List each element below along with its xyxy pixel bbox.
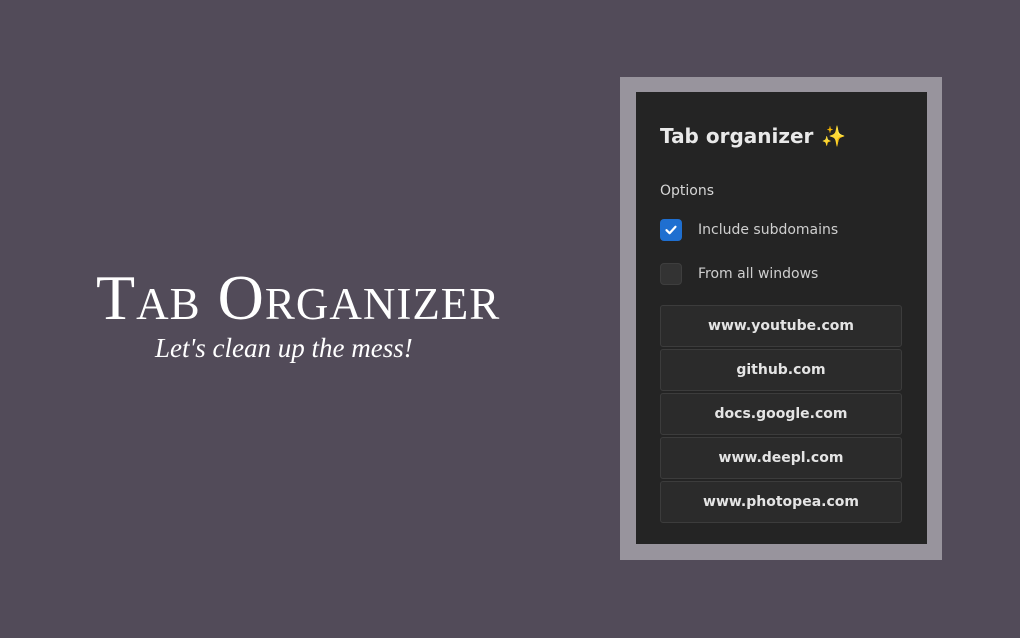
- domain-button-deepl[interactable]: www.deepl.com: [660, 437, 902, 479]
- from-all-windows-checkbox[interactable]: [660, 263, 682, 285]
- options-heading: Options: [660, 183, 715, 199]
- include-subdomains-checkbox[interactable]: [660, 219, 682, 241]
- from-all-windows-label: From all windows: [698, 266, 819, 282]
- from-all-windows-option[interactable]: From all windows: [660, 261, 818, 287]
- include-subdomains-label: Include subdomains: [698, 222, 839, 238]
- domain-button-photopea[interactable]: www.photopea.com: [660, 481, 902, 523]
- popup-frame: Tab organizer ✨ Options Include subdomain…: [620, 77, 942, 560]
- domain-list: www.youtube.com github.com docs.google.c…: [660, 305, 902, 525]
- popup-title: Tab organizer ✨: [660, 122, 846, 150]
- domain-button-google-docs[interactable]: docs.google.com: [660, 393, 902, 435]
- domain-button-youtube[interactable]: www.youtube.com: [660, 305, 902, 347]
- popup-title-text: Tab organizer: [660, 124, 814, 148]
- extension-popup: Tab organizer ✨ Options Include subdomain…: [636, 92, 927, 544]
- hero-title: Tab Organizer: [96, 262, 501, 333]
- domain-button-github[interactable]: github.com: [660, 349, 902, 391]
- sparkles-icon: ✨: [821, 124, 847, 148]
- checkmark-icon: [665, 225, 677, 235]
- include-subdomains-option[interactable]: Include subdomains: [660, 217, 838, 243]
- hero-subtitle: Let's clean up the mess!: [155, 333, 413, 363]
